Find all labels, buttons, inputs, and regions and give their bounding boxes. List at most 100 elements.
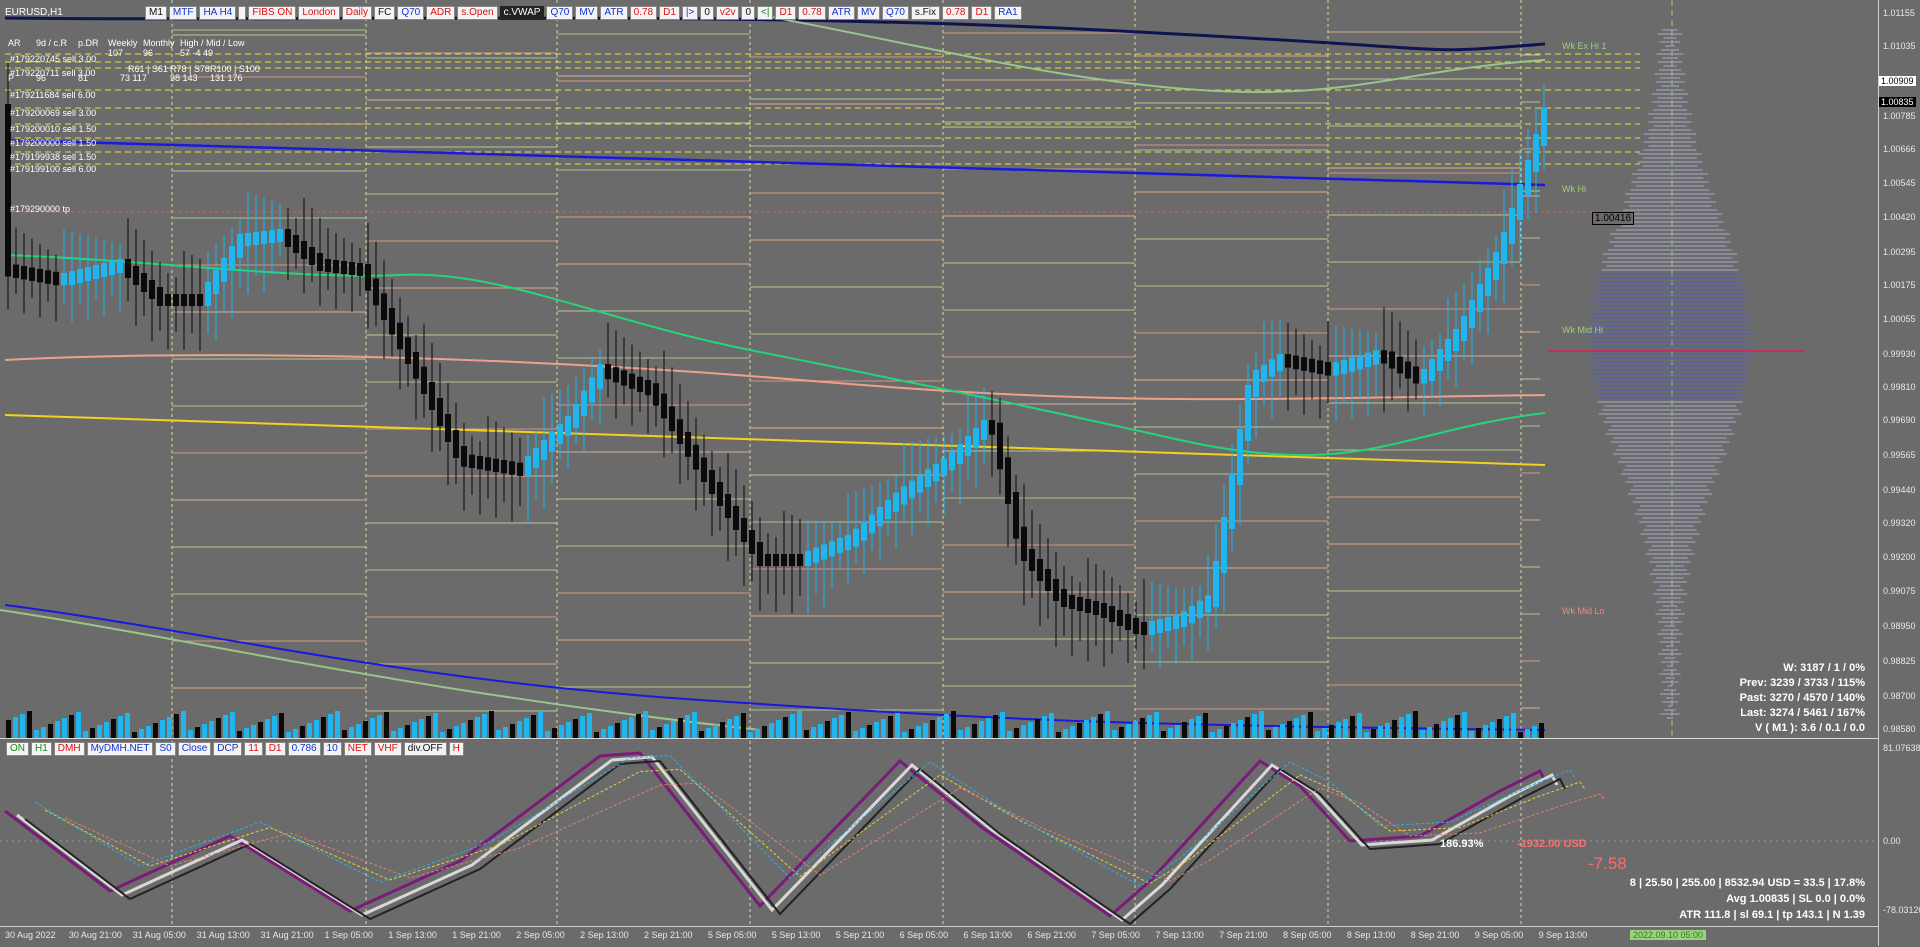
toolbar-button[interactable]: M1 [145, 6, 167, 20]
order-label: #179200010 sell 1.50 [10, 124, 97, 134]
toolbar-button[interactable]: HA H4 [199, 6, 237, 20]
toolbar-button[interactable]: VHF [373, 742, 402, 756]
toolbar-button[interactable]: s.Open [457, 6, 498, 20]
toolbar-button[interactable]: 11 [244, 742, 263, 756]
toolbar-button[interactable]: H [448, 742, 464, 756]
volume-stat-line: W: 3187 / 1 / 0% [1783, 662, 1865, 674]
toolbar-button[interactable] [238, 6, 247, 20]
candle-body [1205, 595, 1211, 613]
volume-bar [41, 727, 46, 738]
toolbar-button[interactable]: ATR [600, 6, 628, 20]
volume-bar [412, 722, 417, 738]
price-tick-label: 1.00785 [1883, 110, 1916, 121]
candle-body [829, 541, 835, 557]
order-label: #179199938 sell 1.50 [10, 152, 97, 162]
toolbar-button[interactable]: 0 [741, 6, 756, 20]
volume-bar [902, 732, 907, 738]
volume-bar [1070, 726, 1075, 738]
toolbar-button[interactable]: Close [177, 742, 212, 756]
volume-bar [307, 723, 312, 738]
toolbar-button[interactable]: DMH [53, 742, 85, 756]
toolbar-button[interactable]: ADR [426, 6, 456, 20]
candle-body [621, 370, 627, 386]
toolbar-button[interactable]: FC [373, 6, 396, 20]
price-tick-label: 0.98700 [1883, 690, 1916, 701]
price-axis[interactable] [1878, 0, 1920, 946]
toolbar-button[interactable]: D1 [775, 6, 797, 20]
volume-bar [6, 720, 11, 738]
candle-body [1381, 350, 1387, 364]
volume-bar [475, 717, 480, 738]
candle-body [157, 287, 163, 306]
candle-body [909, 480, 915, 499]
toolbar-button[interactable]: Q70 [546, 6, 574, 20]
crosshair-time-label: 2022.09.10 05:00 [1630, 930, 1707, 940]
toolbar-button[interactable]: v2v [715, 6, 740, 20]
candle-body [1101, 603, 1107, 618]
candle-body [685, 432, 691, 457]
volume-bar [923, 723, 928, 738]
toolbar-button[interactable]: D1 [971, 6, 993, 20]
toolbar-button[interactable]: |> [681, 6, 699, 20]
toolbar-button[interactable]: NET [343, 742, 372, 756]
toolbar-button[interactable]: Q70 [397, 6, 425, 20]
volume-bar [321, 717, 326, 738]
price-tick-label: 0.98950 [1883, 621, 1916, 632]
toolbar-button[interactable]: H1 [31, 742, 52, 756]
toolbar-button[interactable]: ATR [827, 6, 855, 20]
toolbar-button[interactable]: FIBS ON [248, 6, 297, 20]
volume-bar [181, 711, 186, 738]
toolbar-button[interactable]: D1 [264, 742, 286, 756]
toolbar-button[interactable]: 0.78 [798, 6, 826, 20]
volume-bar [1539, 723, 1544, 738]
candle-body [469, 454, 475, 468]
toolbar-button[interactable]: MTF [168, 6, 198, 20]
toolbar-button[interactable]: <| [757, 6, 774, 20]
volume-bar [720, 722, 725, 738]
volume-bar [1035, 719, 1040, 738]
toolbar-button[interactable]: D1 [659, 6, 680, 20]
toolbar-button[interactable]: London [298, 6, 340, 20]
toolbar-button[interactable]: MV [575, 6, 599, 20]
toolbar-button[interactable]: div.OFF [403, 742, 447, 756]
candle-body [373, 278, 379, 306]
time-tick-label: 2 Sep 13:00 [580, 930, 629, 940]
candle-body [541, 440, 547, 460]
oscillator-pane[interactable] [0, 741, 1878, 926]
price-tick-label: 1.01035 [1883, 41, 1916, 52]
toolbar-button[interactable]: 0.786 [287, 742, 321, 756]
volume-bar [1042, 716, 1047, 738]
volume-bar [118, 716, 123, 738]
volume-bar [1399, 717, 1404, 738]
toolbar-button[interactable]: MV [857, 6, 880, 20]
volume-bar [1497, 719, 1502, 738]
volume-bar [55, 721, 60, 738]
volume-bar [594, 732, 599, 738]
toolbar-button[interactable]: 10 [322, 742, 342, 756]
volume-bar [1392, 720, 1397, 738]
toolbar-button[interactable]: 0.78 [942, 6, 970, 20]
candle-body [773, 554, 779, 566]
volume-bar [384, 712, 389, 738]
price-tick-label: 0.99565 [1883, 450, 1916, 461]
price-chart-pane[interactable] [0, 0, 1878, 739]
toolbar-button[interactable]: Q70 [882, 6, 909, 20]
price-tick-label: 1.00295 [1883, 247, 1916, 258]
volume-bar [734, 716, 739, 738]
toolbar-button[interactable]: DCP [213, 742, 243, 756]
price-chart-canvas[interactable] [0, 0, 1878, 738]
toolbar-button[interactable]: S0 [155, 742, 176, 756]
toolbar-button[interactable]: 0 [700, 6, 714, 20]
toolbar-button[interactable]: s.Fix [910, 6, 941, 20]
volume-bar [1028, 722, 1033, 738]
toolbar-button[interactable]: c.VWAP [499, 6, 545, 20]
candle-body [133, 266, 139, 285]
toolbar-button[interactable]: RA1 [994, 6, 1022, 20]
volume-bar [1203, 713, 1208, 738]
candle-body [53, 271, 59, 286]
oscillator-canvas[interactable] [0, 741, 1878, 926]
toolbar-button[interactable]: Daily [341, 6, 372, 20]
toolbar-button[interactable]: 0.78 [629, 6, 658, 20]
toolbar-button[interactable]: ON [6, 742, 29, 756]
toolbar-button[interactable]: MyDMH.NET [86, 742, 154, 756]
